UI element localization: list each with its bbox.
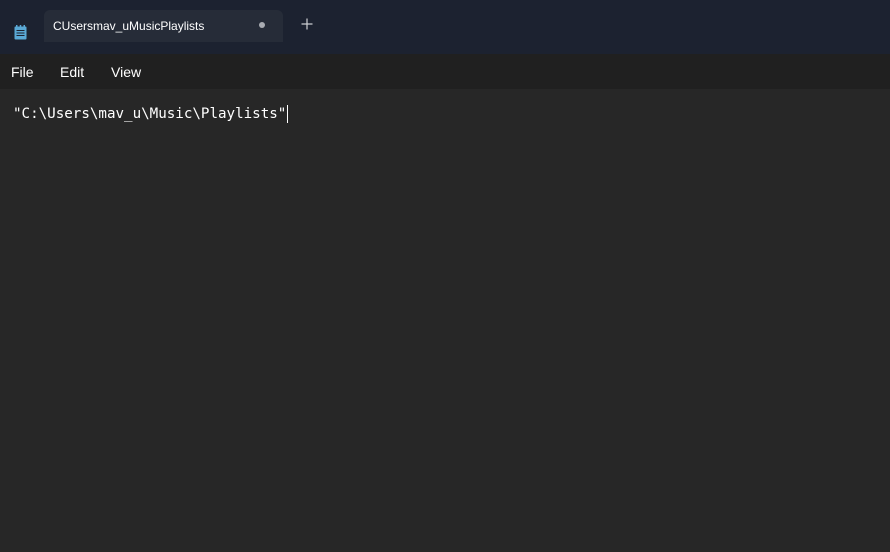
document-tab[interactable]: CUsersmav_uMusicPlaylists bbox=[44, 10, 283, 42]
plus-icon[interactable] bbox=[300, 17, 314, 31]
notepad-icon bbox=[14, 25, 27, 40]
tab-title: CUsersmav_uMusicPlaylists bbox=[53, 19, 205, 33]
title-bar: CUsersmav_uMusicPlaylists bbox=[0, 0, 890, 54]
text-caret bbox=[287, 105, 289, 123]
editor-content-line[interactable]: "C:\Users\mav_u\Music\Playlists" bbox=[13, 105, 289, 123]
notepad-window: CUsersmav_uMusicPlaylists File Edit View… bbox=[0, 0, 890, 552]
menu-edit[interactable]: Edit bbox=[60, 64, 84, 81]
text-editor[interactable]: "C:\Users\mav_u\Music\Playlists" bbox=[0, 89, 890, 552]
unsaved-dot-icon[interactable] bbox=[259, 22, 265, 28]
menu-bar: File Edit View bbox=[0, 54, 890, 89]
menu-file[interactable]: File bbox=[11, 64, 34, 81]
menu-view[interactable]: View bbox=[111, 64, 141, 81]
editor-text: "C:\Users\mav_u\Music\Playlists" bbox=[13, 106, 287, 122]
